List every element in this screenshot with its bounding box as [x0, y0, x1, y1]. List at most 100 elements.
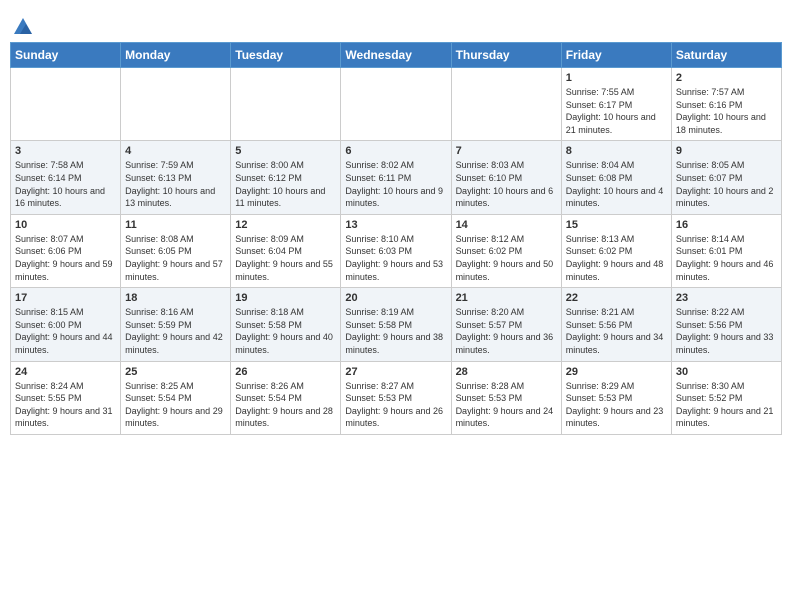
- day-info: Sunrise: 8:25 AM Sunset: 5:54 PM Dayligh…: [125, 380, 226, 430]
- calendar-cell: 9 Sunrise: 8:05 AM Sunset: 6:07 PM Daylig…: [671, 141, 781, 214]
- day-info: Sunrise: 8:18 AM Sunset: 5:58 PM Dayligh…: [235, 306, 336, 356]
- calendar-cell: 1 Sunrise: 7:55 AM Sunset: 6:17 PM Daylig…: [561, 68, 671, 141]
- day-header-friday: Friday: [561, 43, 671, 68]
- day-number: 21: [456, 292, 557, 304]
- calendar-cell: 25 Sunrise: 8:25 AM Sunset: 5:54 PM Dayli…: [121, 361, 231, 434]
- calendar-cell: 27 Sunrise: 8:27 AM Sunset: 5:53 PM Dayli…: [341, 361, 451, 434]
- calendar-cell: 28 Sunrise: 8:28 AM Sunset: 5:53 PM Dayli…: [451, 361, 561, 434]
- day-info: Sunrise: 8:19 AM Sunset: 5:58 PM Dayligh…: [345, 306, 446, 356]
- day-info: Sunrise: 8:16 AM Sunset: 5:59 PM Dayligh…: [125, 306, 226, 356]
- calendar-week-row: 17 Sunrise: 8:15 AM Sunset: 6:00 PM Dayli…: [11, 288, 782, 361]
- day-info: Sunrise: 8:09 AM Sunset: 6:04 PM Dayligh…: [235, 233, 336, 283]
- calendar-cell: 14 Sunrise: 8:12 AM Sunset: 6:02 PM Dayli…: [451, 214, 561, 287]
- day-info: Sunrise: 8:04 AM Sunset: 6:08 PM Dayligh…: [566, 159, 667, 209]
- calendar-cell: 17 Sunrise: 8:15 AM Sunset: 6:00 PM Dayli…: [11, 288, 121, 361]
- calendar-cell: [231, 68, 341, 141]
- day-number: 10: [15, 219, 116, 231]
- day-number: 25: [125, 366, 226, 378]
- day-header-monday: Monday: [121, 43, 231, 68]
- calendar-cell: 12Sunrise: 8:09 AM Sunset: 6:04 PM Dayli…: [231, 214, 341, 287]
- day-number: 23: [676, 292, 777, 304]
- day-info: Sunrise: 8:29 AM Sunset: 5:53 PM Dayligh…: [566, 380, 667, 430]
- calendar-cell: 18 Sunrise: 8:16 AM Sunset: 5:59 PM Dayli…: [121, 288, 231, 361]
- day-number: 16: [676, 219, 777, 231]
- day-number: 9: [676, 145, 777, 157]
- calendar-cell: 8 Sunrise: 8:04 AM Sunset: 6:08 PM Daylig…: [561, 141, 671, 214]
- calendar-cell: 16 Sunrise: 8:14 AM Sunset: 6:01 PM Dayli…: [671, 214, 781, 287]
- day-info: Sunrise: 8:27 AM Sunset: 5:53 PM Dayligh…: [345, 380, 446, 430]
- logo-icon: [12, 16, 34, 38]
- day-number: 17: [15, 292, 116, 304]
- day-info: Sunrise: 7:55 AM Sunset: 6:17 PM Dayligh…: [566, 86, 667, 136]
- day-info: Sunrise: 8:21 AM Sunset: 5:56 PM Dayligh…: [566, 306, 667, 356]
- day-info: Sunrise: 8:24 AM Sunset: 5:55 PM Dayligh…: [15, 380, 116, 430]
- calendar-cell: 2 Sunrise: 7:57 AM Sunset: 6:16 PM Daylig…: [671, 68, 781, 141]
- day-number: 30: [676, 366, 777, 378]
- day-number: 8: [566, 145, 667, 157]
- day-info: Sunrise: 8:00 AM Sunset: 6:12 PM Dayligh…: [235, 159, 336, 209]
- day-info: Sunrise: 8:26 AM Sunset: 5:54 PM Dayligh…: [235, 380, 336, 430]
- day-number: 20: [345, 292, 446, 304]
- logo: [10, 16, 34, 38]
- calendar-cell: 15Sunrise: 8:13 AM Sunset: 6:02 PM Dayli…: [561, 214, 671, 287]
- day-number: 6: [345, 145, 446, 157]
- day-info: Sunrise: 8:22 AM Sunset: 5:56 PM Dayligh…: [676, 306, 777, 356]
- day-info: Sunrise: 8:07 AM Sunset: 6:06 PM Dayligh…: [15, 233, 116, 283]
- calendar-cell: 21 Sunrise: 8:20 AM Sunset: 5:57 PM Dayli…: [451, 288, 561, 361]
- day-header-sunday: Sunday: [11, 43, 121, 68]
- day-number: 28: [456, 366, 557, 378]
- day-info: Sunrise: 8:10 AM Sunset: 6:03 PM Dayligh…: [345, 233, 446, 283]
- day-number: 15: [566, 219, 667, 231]
- day-number: 1: [566, 72, 667, 84]
- day-header-wednesday: Wednesday: [341, 43, 451, 68]
- calendar-cell: 10 Sunrise: 8:07 AM Sunset: 6:06 PM Dayli…: [11, 214, 121, 287]
- day-number: 14: [456, 219, 557, 231]
- day-info: Sunrise: 8:14 AM Sunset: 6:01 PM Dayligh…: [676, 233, 777, 283]
- day-info: Sunrise: 8:30 AM Sunset: 5:52 PM Dayligh…: [676, 380, 777, 430]
- calendar-cell: 5 Sunrise: 8:00 AM Sunset: 6:12 PM Daylig…: [231, 141, 341, 214]
- day-info: Sunrise: 7:57 AM Sunset: 6:16 PM Dayligh…: [676, 86, 777, 136]
- day-info: Sunrise: 8:08 AM Sunset: 6:05 PM Dayligh…: [125, 233, 226, 283]
- day-info: Sunrise: 7:59 AM Sunset: 6:13 PM Dayligh…: [125, 159, 226, 209]
- day-number: 18: [125, 292, 226, 304]
- day-number: 27: [345, 366, 446, 378]
- calendar-week-row: 24Sunrise: 8:24 AM Sunset: 5:55 PM Dayli…: [11, 361, 782, 434]
- day-number: 3: [15, 145, 116, 157]
- calendar-week-row: 3Sunrise: 7:58 AM Sunset: 6:14 PM Daylig…: [11, 141, 782, 214]
- calendar-cell: 3Sunrise: 7:58 AM Sunset: 6:14 PM Daylig…: [11, 141, 121, 214]
- calendar-cell: 20 Sunrise: 8:19 AM Sunset: 5:58 PM Dayli…: [341, 288, 451, 361]
- page-header: [10, 10, 782, 38]
- day-info: Sunrise: 8:15 AM Sunset: 6:00 PM Dayligh…: [15, 306, 116, 356]
- day-number: 19: [235, 292, 336, 304]
- calendar-cell: 19 Sunrise: 8:18 AM Sunset: 5:58 PM Dayli…: [231, 288, 341, 361]
- calendar-cell: 11 Sunrise: 8:08 AM Sunset: 6:05 PM Dayli…: [121, 214, 231, 287]
- day-info: Sunrise: 8:03 AM Sunset: 6:10 PM Dayligh…: [456, 159, 557, 209]
- calendar-header-row: SundayMondayTuesdayWednesdayThursdayFrid…: [11, 43, 782, 68]
- day-number: 7: [456, 145, 557, 157]
- day-header-saturday: Saturday: [671, 43, 781, 68]
- day-number: 11: [125, 219, 226, 231]
- calendar-cell: [11, 68, 121, 141]
- calendar-cell: 22 Sunrise: 8:21 AM Sunset: 5:56 PM Dayli…: [561, 288, 671, 361]
- day-number: 22: [566, 292, 667, 304]
- calendar-cell: 7 Sunrise: 8:03 AM Sunset: 6:10 PM Daylig…: [451, 141, 561, 214]
- day-number: 5: [235, 145, 336, 157]
- calendar-cell: 29 Sunrise: 8:29 AM Sunset: 5:53 PM Dayli…: [561, 361, 671, 434]
- day-info: Sunrise: 8:12 AM Sunset: 6:02 PM Dayligh…: [456, 233, 557, 283]
- calendar-cell: [341, 68, 451, 141]
- day-header-tuesday: Tuesday: [231, 43, 341, 68]
- calendar-cell: [451, 68, 561, 141]
- day-info: Sunrise: 8:02 AM Sunset: 6:11 PM Dayligh…: [345, 159, 446, 209]
- day-info: Sunrise: 8:05 AM Sunset: 6:07 PM Dayligh…: [676, 159, 777, 209]
- calendar-table: SundayMondayTuesdayWednesdayThursdayFrid…: [10, 42, 782, 435]
- day-number: 26: [235, 366, 336, 378]
- day-number: 2: [676, 72, 777, 84]
- day-number: 13: [345, 219, 446, 231]
- calendar-cell: 23 Sunrise: 8:22 AM Sunset: 5:56 PM Dayli…: [671, 288, 781, 361]
- calendar-week-row: 1 Sunrise: 7:55 AM Sunset: 6:17 PM Daylig…: [11, 68, 782, 141]
- calendar-cell: [121, 68, 231, 141]
- day-number: 29: [566, 366, 667, 378]
- day-header-thursday: Thursday: [451, 43, 561, 68]
- day-info: Sunrise: 8:28 AM Sunset: 5:53 PM Dayligh…: [456, 380, 557, 430]
- day-info: Sunrise: 8:20 AM Sunset: 5:57 PM Dayligh…: [456, 306, 557, 356]
